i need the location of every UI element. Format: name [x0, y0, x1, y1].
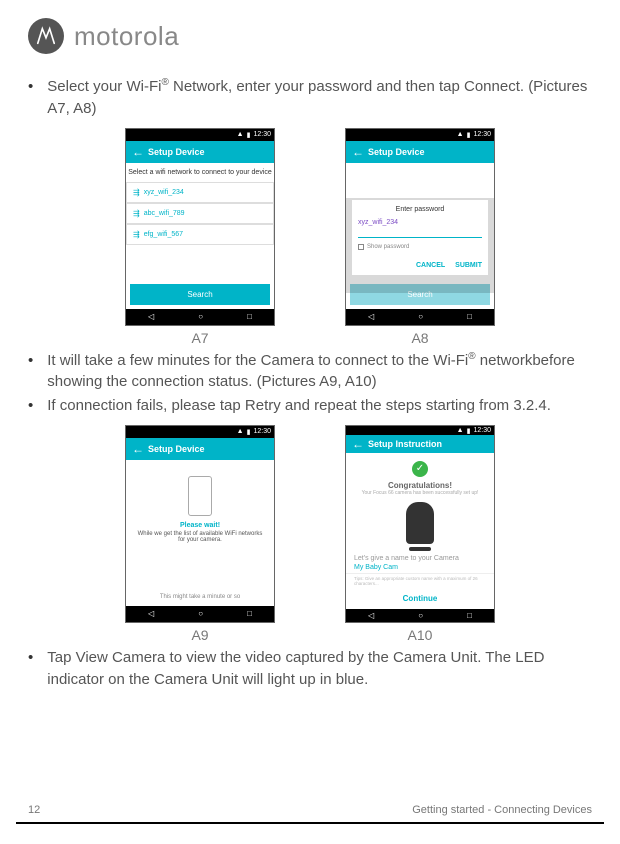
- screenshot-a9: ▲▮12:30 ← Setup Device Please wait! While…: [125, 425, 275, 623]
- password-input: [358, 228, 482, 238]
- wifi-icon: ⇶: [133, 209, 140, 218]
- caption-a10: A10: [408, 627, 433, 643]
- nav-home-icon: ○: [418, 611, 423, 620]
- checkbox-icon: [358, 244, 364, 250]
- dialog-network: xyz_wifi_234: [358, 219, 482, 226]
- camera-name-value: My Baby Cam: [346, 562, 494, 574]
- dialog-title: Enter password: [358, 206, 482, 213]
- wifi-icon: ⇶: [133, 188, 140, 197]
- bullet-4: Tap View Camera to view the video captur…: [28, 647, 592, 691]
- bullet-1: Select your Wi-Fi® Network, enter your p…: [28, 76, 592, 120]
- submit-button: SUBMIT: [455, 262, 482, 269]
- signal-icon: ▲: [237, 131, 244, 138]
- search-button: Search: [130, 284, 270, 305]
- screenshot-a7: ▲▮12:30 ← Setup Device Select a wifi netw…: [125, 128, 275, 326]
- back-arrow-icon: ←: [132, 145, 144, 159]
- screen-title: Setup Device: [148, 147, 205, 157]
- cancel-button: CANCEL: [416, 262, 445, 269]
- battery-icon: ▮: [247, 131, 251, 139]
- screen-title: Setup Device: [148, 444, 205, 454]
- screen-title: Setup Instruction: [368, 439, 442, 449]
- signal-icon: ▲: [457, 427, 464, 434]
- check-circle-icon: ✓: [412, 461, 428, 477]
- nav-back-icon: ◁: [148, 312, 154, 321]
- caption-a8: A8: [411, 330, 428, 346]
- please-wait-title: Please wait!: [180, 522, 220, 529]
- wifi-item: ⇶xyz_wifi_234: [126, 182, 274, 203]
- screenshot-a10: ▲▮12:30 ← Setup Instruction ✓ Congratulat…: [345, 425, 495, 623]
- wifi-icon: ⇶: [133, 230, 140, 239]
- footer-rule: [16, 822, 604, 824]
- camera-icon: [406, 502, 434, 544]
- device-icon: [188, 476, 212, 516]
- bullet-3: If connection fails, please tap Retry an…: [28, 395, 592, 417]
- wifi-prompt: Select a wifi network to connect to your…: [126, 169, 274, 176]
- continue-button: Continue: [346, 588, 494, 609]
- show-password-label: Show password: [367, 244, 409, 250]
- back-arrow-icon: ←: [352, 145, 364, 159]
- nav-recent-icon: □: [467, 312, 472, 321]
- bullet-2: It will take a few minutes for the Camer…: [28, 350, 592, 394]
- battery-icon: ▮: [467, 427, 471, 435]
- congrats-subtitle: Your Focus 66 camera has been successful…: [350, 490, 490, 496]
- camera-name-label: Let's give a name to your Camera: [346, 555, 494, 562]
- caption-a7: A7: [191, 330, 208, 346]
- page-number: 12: [28, 804, 40, 816]
- status-time: 12:30: [473, 131, 491, 138]
- nav-back-icon: ◁: [148, 609, 154, 618]
- battery-icon: ▮: [247, 428, 251, 436]
- wifi-item: ⇶abc_wifi_789: [126, 203, 274, 224]
- caption-a9: A9: [191, 627, 208, 643]
- wifi-item: ⇶efg_wifi_567: [126, 224, 274, 245]
- nav-recent-icon: □: [247, 609, 252, 618]
- screenshot-a8: ▲▮12:30 ←Setup Device Search Enter passw…: [345, 128, 495, 326]
- back-arrow-icon: ←: [352, 437, 364, 451]
- brand-header: motorola: [28, 18, 592, 54]
- page-footer: 12 Getting started - Connecting Devices: [0, 804, 620, 824]
- status-time: 12:30: [253, 428, 271, 435]
- status-time: 12:30: [253, 131, 271, 138]
- nav-home-icon: ○: [418, 312, 423, 321]
- nav-home-icon: ○: [198, 609, 203, 618]
- nav-back-icon: ◁: [368, 611, 374, 620]
- nav-recent-icon: □: [467, 611, 472, 620]
- signal-icon: ▲: [457, 131, 464, 138]
- signal-icon: ▲: [237, 428, 244, 435]
- nav-home-icon: ○: [198, 312, 203, 321]
- motorola-logo-icon: [28, 18, 64, 54]
- status-time: 12:30: [473, 427, 491, 434]
- nav-back-icon: ◁: [368, 312, 374, 321]
- nav-recent-icon: □: [247, 312, 252, 321]
- wait-footer-text: This might take a minute or so: [126, 588, 274, 606]
- please-wait-subtitle: While we get the list of available WiFi …: [126, 529, 274, 545]
- password-dialog: Enter password xyz_wifi_234 Show passwor…: [352, 200, 488, 275]
- screen-title: Setup Device: [368, 147, 425, 157]
- back-arrow-icon: ←: [132, 442, 144, 456]
- section-title: Getting started - Connecting Devices: [412, 804, 592, 816]
- camera-name-hint: Tips: Give an appropriate custom name wi…: [346, 574, 494, 588]
- brand-name: motorola: [74, 21, 179, 52]
- congrats-title: Congratulations!: [350, 481, 490, 490]
- battery-icon: ▮: [467, 131, 471, 139]
